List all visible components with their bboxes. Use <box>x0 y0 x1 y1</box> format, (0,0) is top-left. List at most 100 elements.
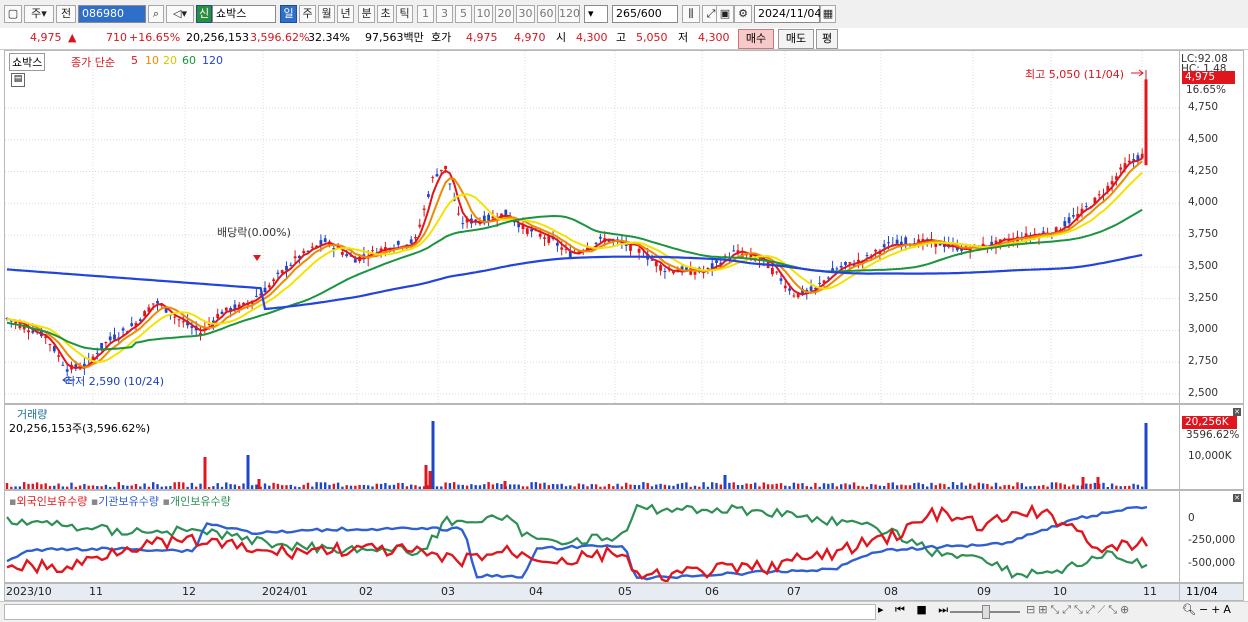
stock-code-input[interactable]: 086980 <box>78 5 146 23</box>
eval-button[interactable]: 평 <box>816 29 838 49</box>
volume-bar <box>934 485 937 489</box>
volume-bar <box>1003 485 1006 489</box>
volume-bar <box>139 486 142 489</box>
volume-bar <box>130 485 133 489</box>
volume-bar <box>289 484 292 489</box>
volume-bar <box>857 485 860 489</box>
interval-5[interactable]: 5 <box>455 5 472 23</box>
volume-bar <box>113 486 116 489</box>
volume-bar <box>418 486 421 489</box>
prev-button[interactable]: 전 <box>56 5 76 23</box>
period-year[interactable]: 년 <box>337 5 354 23</box>
sell-button[interactable]: 매도 <box>778 29 814 49</box>
volume-bar <box>947 486 950 489</box>
volume-bar <box>311 486 314 489</box>
volume-bar <box>539 483 542 489</box>
volume-bar <box>257 479 261 489</box>
candle-body <box>594 242 598 244</box>
volume-bar <box>668 485 671 489</box>
volume-bar <box>723 475 727 489</box>
close-icon[interactable]: ✕ <box>1233 408 1241 416</box>
close-icon[interactable]: ✕ <box>1233 494 1241 502</box>
volume-bar <box>491 484 495 489</box>
volume-bar <box>762 482 765 489</box>
volume-bar <box>1020 483 1023 489</box>
period-week[interactable]: 주 <box>299 5 316 23</box>
high-price: 5,050 <box>636 31 668 44</box>
volume-bar <box>745 483 748 489</box>
volume-bar <box>861 486 864 489</box>
zoom-tools[interactable]: 🔍︎−+A <box>1182 603 1234 616</box>
volume-bar <box>1123 486 1127 489</box>
zoom-handle[interactable] <box>982 605 990 619</box>
candle-body <box>267 285 271 288</box>
nav-controls[interactable]: ▸ ⏮ ■ ⏭ <box>878 603 952 617</box>
speaker-icon[interactable]: ◁▾ <box>166 5 194 23</box>
interval-1[interactable]: 1 <box>417 5 434 23</box>
price-chart-pane[interactable]: 쇼박스 종가 단순 5 10 20 60 120 ▤ 최고 5,050 (11/… <box>4 50 1180 404</box>
save-icon[interactable]: ▣ <box>716 5 734 23</box>
search-icon[interactable]: ⌕ <box>148 5 164 23</box>
draw-tools[interactable]: ⊟⊞⤡⤢⤡⤢⟋⤡⊕ <box>1026 603 1132 617</box>
volume-bar <box>913 483 916 489</box>
volume-bar <box>272 482 275 489</box>
volume-bar <box>758 486 761 489</box>
holders-foreign-line <box>6 503 1149 582</box>
volume-bar <box>809 486 813 489</box>
volume-pane[interactable]: 거래량 20,256,153주(3,596.62%) <box>4 404 1180 490</box>
holders-pane[interactable]: ▪외국인보유수량 ▪기관보유수량 ▪개인보유수량 <box>4 490 1180 583</box>
volume-bar <box>238 486 241 489</box>
interval-20[interactable]: 20 <box>495 5 514 23</box>
calendar-icon[interactable]: ▦ <box>820 5 836 23</box>
gear-icon[interactable]: ⚙ <box>734 5 752 23</box>
interval-60[interactable]: 60 <box>537 5 556 23</box>
candle-tool-icon[interactable]: ⫼ <box>682 5 700 23</box>
period-month[interactable]: 월 <box>318 5 335 23</box>
price-axis: LC:92.08 HC: 1.48 4,975 16.65% 4,750 4,50… <box>1180 50 1244 404</box>
volume-bar <box>23 482 26 489</box>
ma-label: 종가 단순 <box>71 56 115 69</box>
period-day[interactable]: 일 <box>280 5 297 23</box>
chart-title[interactable]: 쇼박스 <box>9 53 46 71</box>
window-icon[interactable]: ▢ <box>4 5 22 23</box>
volume-bar <box>672 485 675 489</box>
period-second[interactable]: 초 <box>377 5 394 23</box>
scroll-track[interactable] <box>4 604 876 620</box>
table-icon[interactable]: ▤ <box>11 73 25 87</box>
period-minute[interactable]: 분 <box>358 5 375 23</box>
interval-120[interactable]: 120 <box>558 5 580 23</box>
volume-bar <box>53 485 56 489</box>
volume-bar <box>354 485 357 489</box>
x-label: 09 <box>977 585 991 598</box>
buy-button[interactable]: 매수 <box>738 29 774 49</box>
price-ytick: 3,750 <box>1188 228 1219 241</box>
count-field[interactable]: 265/600 <box>612 5 678 23</box>
volume-bar <box>620 486 624 489</box>
market-select[interactable]: 주▾ <box>24 5 54 23</box>
volume-bar <box>973 485 976 489</box>
volume-bar <box>474 485 477 489</box>
date-field[interactable]: 2024/11/04 <box>754 5 821 23</box>
interval-30[interactable]: 30 <box>516 5 535 23</box>
dividend-annotation: 배당락(0.00%) <box>217 226 291 239</box>
interval-10[interactable]: 10 <box>474 5 493 23</box>
volume-bar <box>91 485 95 489</box>
interval-3[interactable]: 3 <box>436 5 453 23</box>
stock-name-field[interactable]: 쇼박스 <box>212 5 276 23</box>
volume-bar <box>246 455 250 489</box>
volume-bar <box>577 483 581 489</box>
ma-line <box>6 208 1143 351</box>
volume-bar <box>676 483 679 489</box>
candle-body <box>216 313 220 319</box>
volume-bar <box>715 483 718 489</box>
candle-body <box>151 303 155 305</box>
period-tick[interactable]: 틱 <box>396 5 413 23</box>
volume-bar <box>771 484 774 489</box>
volume-bar <box>818 486 821 489</box>
candle-body <box>323 238 327 242</box>
candle-body <box>422 208 426 210</box>
candle-body <box>771 267 774 275</box>
interval-select[interactable]: ▾ <box>584 5 608 23</box>
volume-bar <box>590 484 593 489</box>
volume-bar <box>457 484 460 489</box>
